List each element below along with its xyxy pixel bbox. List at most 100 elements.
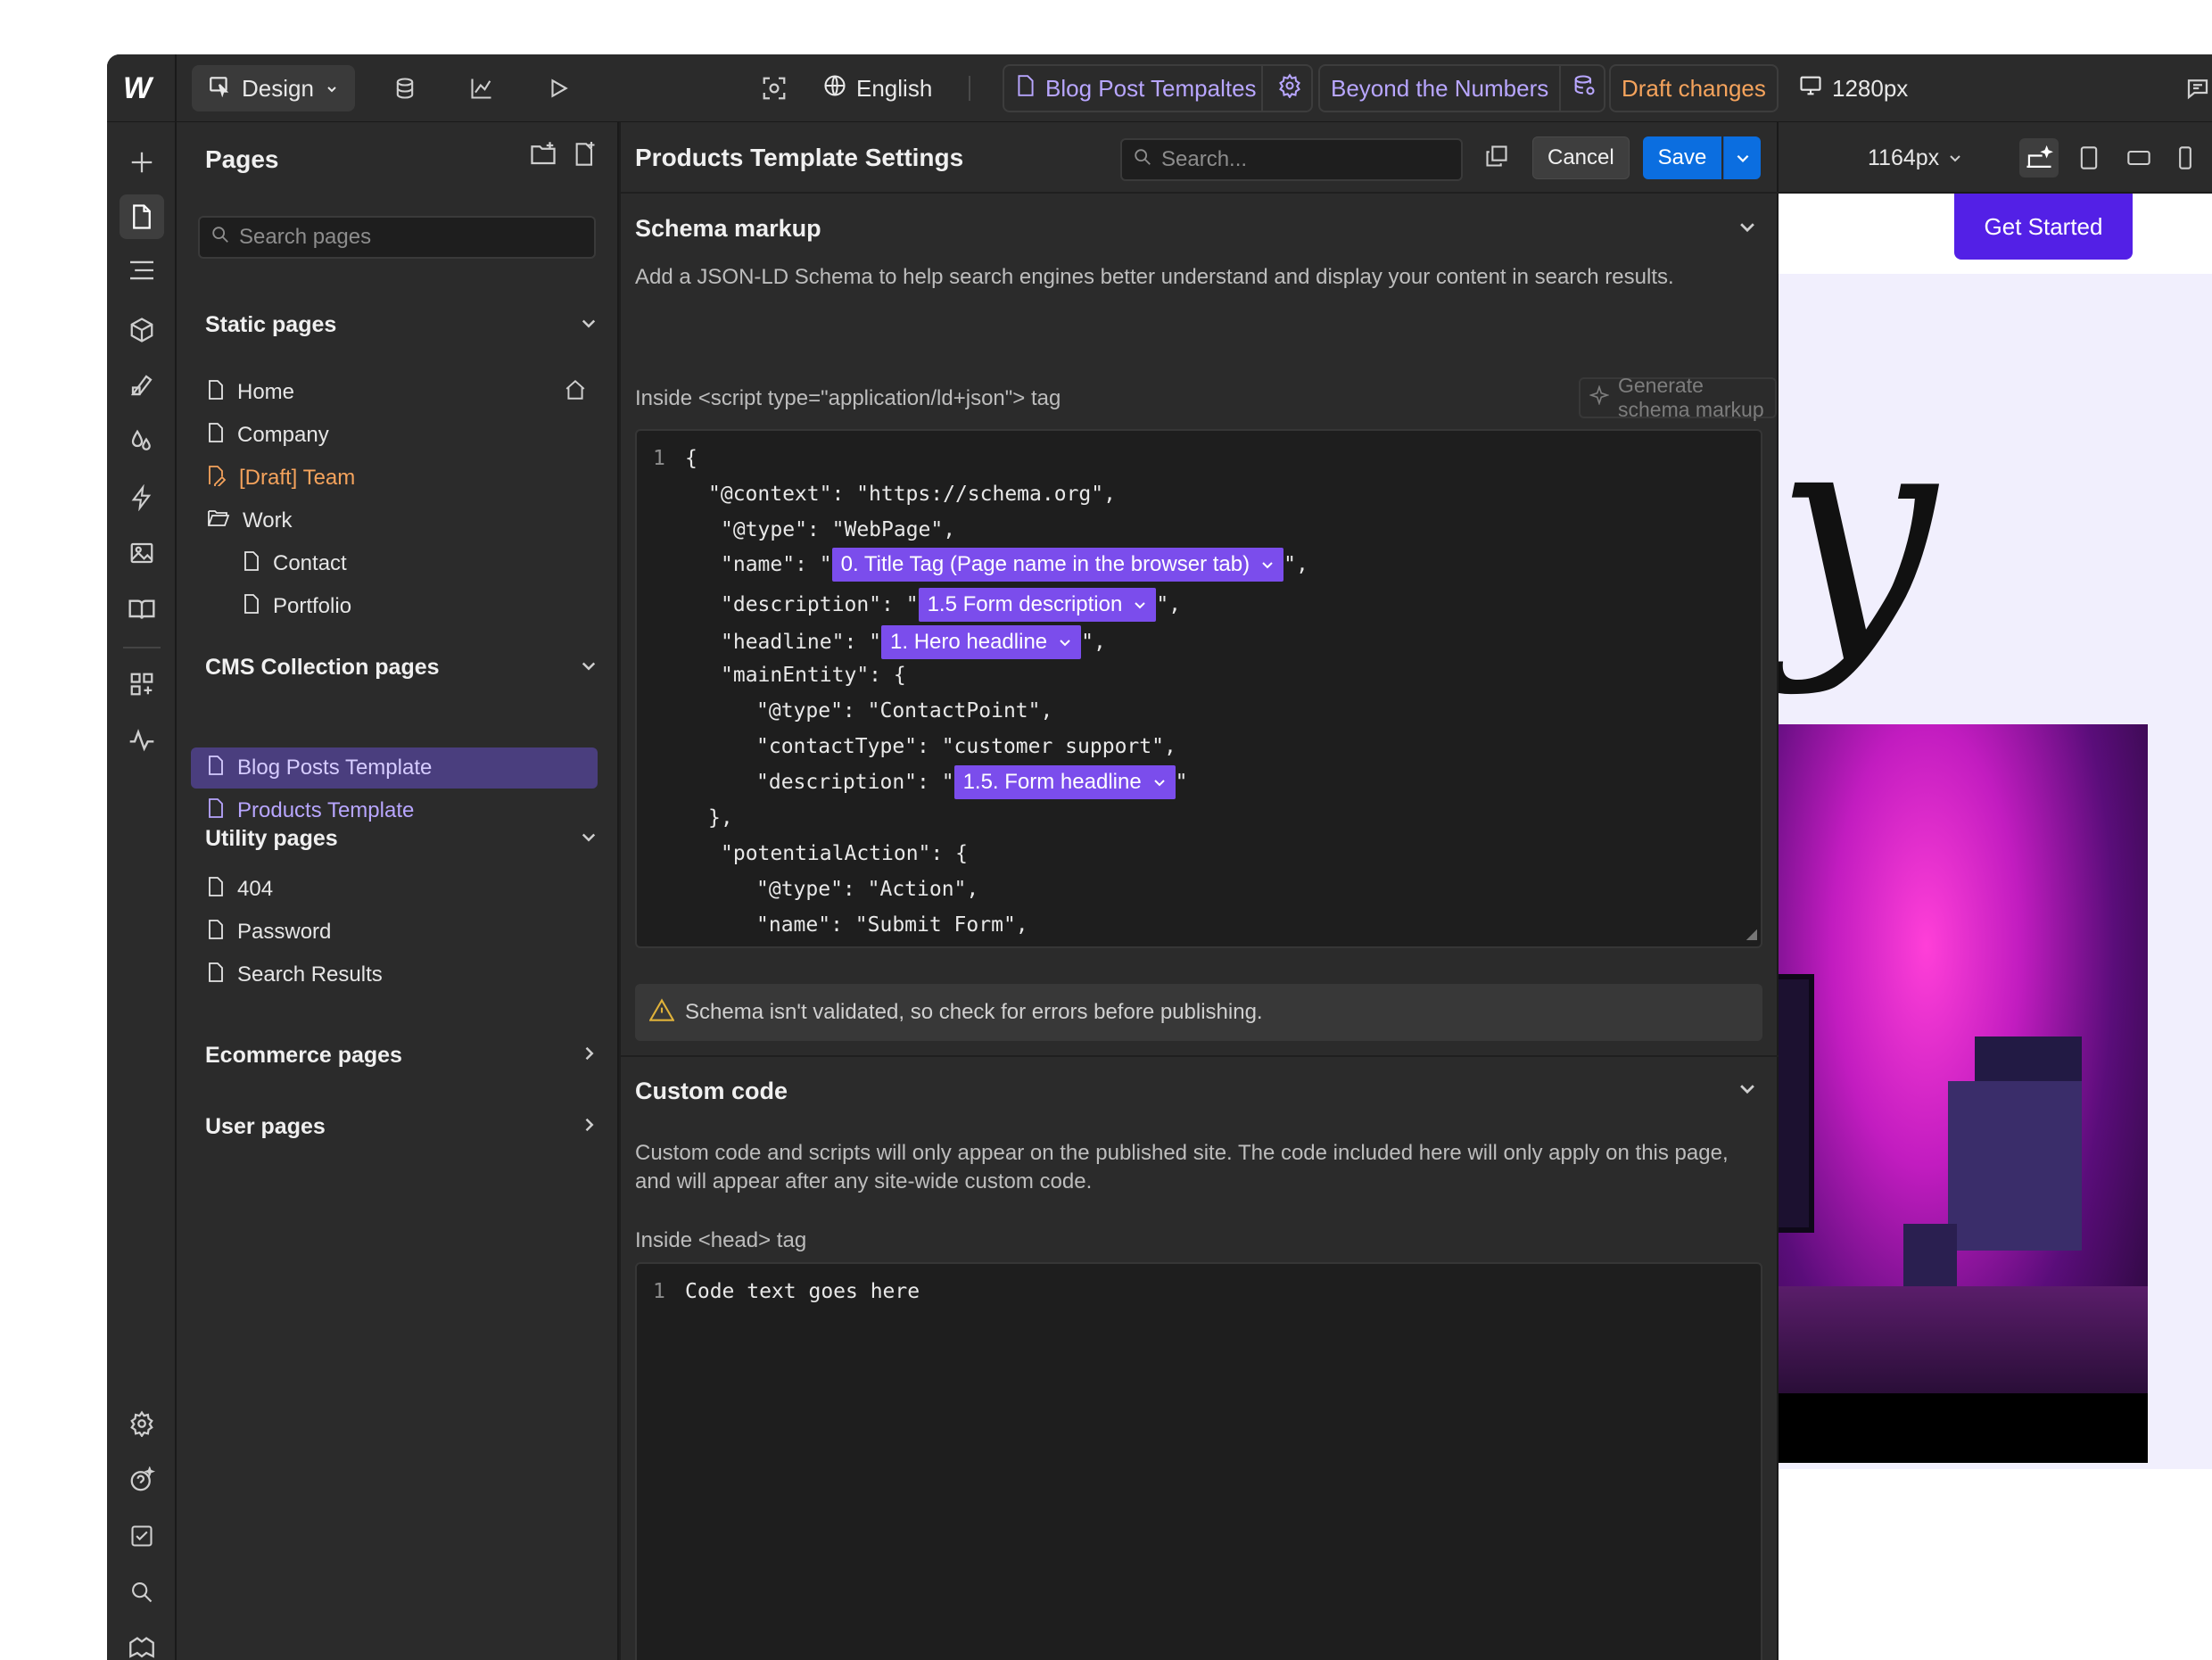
section-heading: User pages (205, 1114, 326, 1139)
audit-checkbox-icon[interactable] (120, 1514, 164, 1558)
page-template-label: Blog Post Tempaltes (1045, 74, 1257, 102)
cms-field-token[interactable]: 0. Title Tag (Page name in the browser t… (831, 548, 1284, 582)
schema-code-editor[interactable]: 1 { "@context": "https://schema.org", "@… (635, 429, 1762, 948)
page-item-draft-team[interactable]: [Draft] Team (191, 458, 598, 499)
add-elements-icon[interactable] (120, 140, 164, 185)
settings-gear-icon[interactable] (1277, 72, 1302, 104)
chevron-down-icon (1135, 602, 1146, 609)
code-text: "description": " (721, 593, 919, 616)
activity-pulse-icon[interactable] (120, 718, 164, 763)
static-pages-header[interactable]: Static pages (205, 312, 598, 338)
new-page-icon[interactable] (573, 142, 598, 171)
variables-drops-icon[interactable] (120, 419, 164, 464)
new-folder-icon[interactable] (530, 142, 557, 171)
token-label: 1.5 Form description (927, 592, 1123, 616)
divider (969, 76, 970, 101)
canvas-preview[interactable]: Get Started y (1779, 194, 2212, 1660)
ecommerce-pages-header[interactable]: Ecommerce pages (205, 1043, 598, 1069)
page-item-home[interactable]: Home (191, 372, 598, 413)
save-options-chevron-icon[interactable] (1723, 136, 1761, 179)
search-icon[interactable] (120, 1570, 164, 1615)
code-line: "@context": "https://schema.org", (708, 483, 1116, 506)
breakpoint-desktop-base-icon[interactable] (2019, 138, 2059, 178)
code-text: { (685, 447, 697, 470)
design-mode-label: Design (242, 74, 314, 102)
cms-field-token[interactable]: 1.5. Form headline (953, 765, 1176, 799)
generate-schema-button[interactable]: Generate schema markup (1579, 374, 1777, 421)
chevron-right-icon (580, 1114, 598, 1140)
viewport-selector[interactable]: 1280px (1798, 54, 1908, 122)
language-switcher[interactable]: English (822, 54, 932, 122)
style-manager-icon[interactable] (120, 363, 164, 408)
cms-field-token[interactable]: 1. Hero headline (881, 625, 1082, 659)
cms-pages-header[interactable]: CMS Collection pages (205, 655, 598, 681)
page-item-search-results[interactable]: Search Results (191, 954, 598, 995)
comments-icon[interactable] (2175, 54, 2212, 122)
pages-panel: Pages Search pages Static pages Home Com… (177, 122, 619, 1660)
page-item-contact[interactable]: Contact (191, 543, 598, 584)
page-label: Portfolio (273, 594, 352, 618)
breakpoint-tablet-icon[interactable] (2069, 138, 2109, 178)
apps-icon[interactable] (120, 662, 164, 706)
search-pages-input[interactable]: Search pages (198, 216, 596, 259)
user-pages-header[interactable]: User pages (205, 1114, 598, 1140)
site-settings-gear-icon[interactable] (120, 1401, 164, 1446)
collapse-chevron-icon[interactable] (1737, 1078, 1757, 1103)
resize-handle-icon[interactable]: ◢ (1746, 925, 1757, 943)
help-ai-icon[interactable] (120, 1458, 164, 1502)
cms-book-icon[interactable] (120, 587, 164, 632)
utility-pages-header[interactable]: Utility pages (205, 826, 598, 852)
design-mode-button[interactable]: Design (192, 65, 355, 111)
page-item-404[interactable]: 404 (191, 869, 598, 910)
database-icon[interactable] (382, 54, 428, 122)
focus-target-icon[interactable] (751, 54, 797, 122)
cancel-button[interactable]: Cancel (1532, 136, 1630, 179)
head-code-editor[interactable]: 1 Code text goes here (635, 1262, 1762, 1660)
folder-item-work[interactable]: Work (191, 500, 598, 541)
code-text: " (1175, 771, 1188, 794)
navigator-icon[interactable] (120, 248, 164, 293)
video-tutorials-icon[interactable] (120, 1626, 164, 1660)
chevron-down-icon (1153, 780, 1165, 787)
get-started-button[interactable]: Get Started (1954, 194, 2133, 260)
analytics-icon[interactable] (458, 54, 505, 122)
pages-icon[interactable] (120, 194, 164, 239)
collection-database-icon[interactable] (1572, 73, 1597, 104)
breakpoint-mobile-landscape-icon[interactable] (2119, 138, 2158, 178)
canvas-width-selector[interactable]: 1164px (1868, 122, 1962, 194)
page-icon (207, 797, 225, 825)
assets-image-icon[interactable] (120, 531, 164, 575)
page-item-company[interactable]: Company (191, 415, 598, 456)
webflow-logo[interactable]: W (123, 54, 161, 122)
hero-image (1779, 724, 2148, 1463)
duplicate-icon[interactable] (1484, 144, 1509, 173)
schema-description: Add a JSON-LD Schema to help search engi… (635, 265, 1674, 289)
page-item-portfolio[interactable]: Portfolio (191, 586, 598, 627)
code-text: ", (1283, 553, 1308, 576)
chevron-down-icon (1262, 562, 1273, 569)
cms-field-token[interactable]: 1.5 Form description (918, 588, 1157, 622)
divider (175, 54, 177, 122)
interactions-lightning-icon[interactable] (120, 475, 164, 520)
save-button[interactable]: Save (1643, 136, 1721, 179)
preview-play-icon[interactable] (535, 54, 582, 122)
settings-search-input[interactable]: Search... (1120, 138, 1463, 181)
chevron-down-icon (325, 75, 339, 103)
folder-open-icon (207, 508, 230, 534)
breakpoint-mobile-portrait-icon[interactable] (2166, 138, 2205, 178)
code-line: "description": " 1.5 Form description ", (721, 587, 1181, 623)
components-icon[interactable] (120, 308, 164, 352)
line-number: 1 (653, 447, 665, 470)
code-text: ", (1156, 593, 1182, 616)
page-item-password[interactable]: Password (191, 912, 598, 953)
page-icon (243, 593, 260, 621)
section-heading: Static pages (205, 312, 337, 337)
page-template-chip[interactable]: Blog Post Tempaltes (1003, 64, 1313, 112)
page-item-blog-posts-template[interactable]: Blog Posts Template (191, 747, 598, 789)
floor-shape (1779, 1393, 2148, 1463)
collection-item-chip[interactable]: Beyond the Numbers (1318, 64, 1605, 112)
draft-changes-chip[interactable]: Draft changes (1609, 64, 1779, 112)
globe-icon (822, 73, 847, 104)
collapse-chevron-icon[interactable] (1737, 217, 1757, 241)
token-label: 1. Hero headline (890, 630, 1048, 654)
